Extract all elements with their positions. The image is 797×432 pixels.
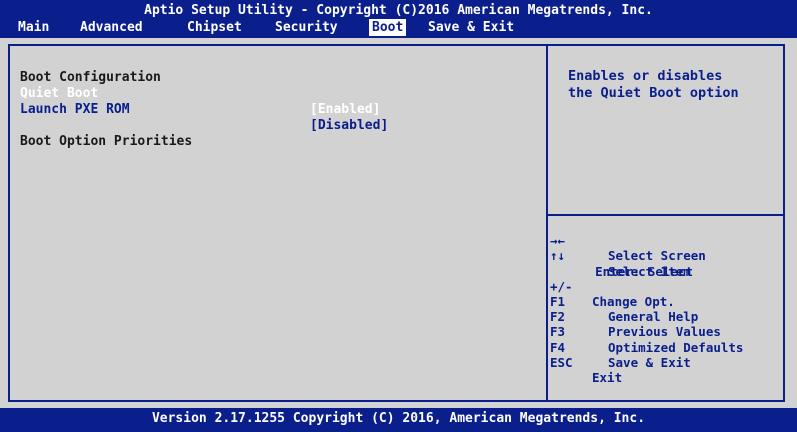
- key-row: →← Select Screen: [550, 218, 778, 263]
- main-area: Boot Configuration Quiet Boot [Enabled] …: [0, 38, 797, 408]
- header-bar: Aptio Setup Utility - Copyright (C)2016 …: [0, 0, 797, 38]
- version-footer: Version 2.17.1255 Copyright (C) 2016, Am…: [0, 408, 797, 432]
- key-row: +/- Change Opt.: [550, 264, 778, 309]
- tab-save-exit[interactable]: Save & Exit: [425, 19, 517, 36]
- key-legend: →← Select Screen ↑↓ Select Item Enter: S…: [550, 218, 778, 385]
- key-row: ↑↓ Select Item: [550, 233, 778, 278]
- key-desc: Save & Exit: [608, 354, 691, 370]
- setting-quiet-boot[interactable]: Quiet Boot [Enabled]: [20, 70, 540, 117]
- tab-boot[interactable]: Boot: [369, 19, 407, 36]
- key-row: F1 General Help: [550, 279, 778, 324]
- horizontal-divider: [548, 214, 783, 216]
- help-text: Enables or disables the Quiet Boot optio…: [568, 68, 778, 102]
- section-title: Boot Configuration: [20, 54, 540, 85]
- boot-priorities-heading: Boot Option Priorities: [20, 134, 193, 149]
- priorities-heading-row: Boot Option Priorities: [20, 118, 540, 149]
- help-line: the Quiet Boot option: [568, 85, 739, 101]
- tab-advanced[interactable]: Advanced: [77, 19, 146, 36]
- setting-label: Launch PXE ROM: [20, 102, 130, 117]
- key-row: F4 Save & Exit: [550, 324, 778, 370]
- tab-security[interactable]: Security: [272, 19, 341, 36]
- key-label: ESC: [550, 354, 573, 370]
- key-row: F2 Previous Values: [550, 294, 778, 339]
- key-row: F3 Optimized Defaults: [550, 309, 778, 354]
- help-line: Enables or disables: [568, 68, 723, 84]
- tab-bar: Main Advanced Chipset Security Boot Save…: [0, 19, 797, 37]
- vertical-divider: [546, 46, 548, 400]
- tab-main[interactable]: Main: [15, 19, 52, 36]
- utility-title: Aptio Setup Utility - Copyright (C)2016 …: [144, 3, 653, 18]
- setting-value[interactable]: [Enabled]: [310, 102, 380, 118]
- key-desc: Exit: [592, 369, 623, 385]
- key-row: Enter: Select: [550, 248, 778, 279]
- settings-panel: Boot Configuration Quiet Boot [Enabled] …: [20, 54, 540, 149]
- tab-chipset[interactable]: Chipset: [184, 19, 245, 36]
- key-row: ESC Exit: [550, 340, 778, 385]
- setting-launch-pxe-rom[interactable]: Launch PXE ROM [Disabled]: [20, 86, 540, 133]
